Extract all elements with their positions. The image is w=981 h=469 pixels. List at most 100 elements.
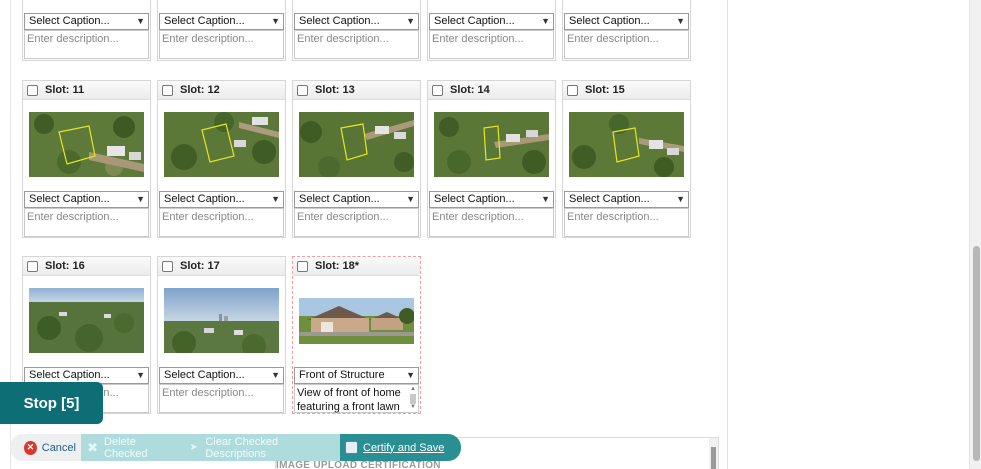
slot-photo[interactable] [299, 298, 414, 344]
slot-header: Slot: 18* [293, 257, 420, 276]
slot-photo[interactable] [29, 112, 144, 177]
chevron-down-icon: ▼ [676, 194, 685, 204]
slot-checkbox[interactable] [297, 84, 308, 96]
description-scrollbar[interactable]: ▲ ▼ [409, 386, 417, 411]
stop-button[interactable]: Stop [5] [0, 382, 103, 424]
chevron-down-icon: ▼ [406, 16, 415, 26]
description-input[interactable]: View of front of home featuring a front … [294, 384, 419, 413]
slot-checkbox[interactable] [162, 84, 173, 96]
slot-checkbox[interactable] [432, 84, 443, 96]
slot-card-11: Slot: 11 Select Caption... ▼ Enter descri… [22, 80, 151, 238]
slot-label: Slot: 11 [45, 84, 85, 96]
scroll-down-icon[interactable]: ▼ [409, 404, 417, 411]
slot-card-partial: Select Caption... ▼ Enter description... [562, 0, 691, 61]
caption-select[interactable]: Select Caption... ▼ [564, 13, 689, 30]
chevron-down-icon: ▼ [136, 194, 145, 204]
certification-heading: IMAGE UPLOAD CERTIFICATION [276, 460, 441, 469]
caption-select[interactable]: Select Caption... ▼ [429, 13, 554, 30]
slot-header: Slot: 16 [23, 257, 150, 276]
slot-label: Slot: 18* [315, 260, 360, 272]
caption-select[interactable]: Select Caption... ▼ [564, 191, 689, 208]
slot-photo[interactable] [29, 288, 144, 353]
caption-select[interactable]: Select Caption... ▼ [429, 191, 554, 208]
slot-card-15: Slot: 15 Select Caption... ▼ Enter descri… [562, 80, 691, 238]
slot-header: Slot: 14 [428, 81, 555, 100]
slot-photo[interactable] [569, 112, 684, 177]
description-input[interactable]: Enter description... [159, 384, 284, 413]
slot-card-18: Slot: 18* Front of Structure ▼ View of fr… [292, 256, 421, 414]
certify-save-button[interactable]: Certify and Save [340, 434, 461, 461]
caption-select[interactable]: Front of Structure ▼ [294, 367, 419, 384]
description-input[interactable]: Enter description... [429, 30, 554, 59]
photo-slots-area: Select Caption... ▼ Enter description... … [0, 0, 728, 469]
caption-select[interactable]: Select Caption... ▼ [159, 367, 284, 384]
description-input[interactable]: Enter description... [429, 208, 554, 237]
slot-checkbox[interactable] [27, 84, 38, 96]
slot-photo[interactable] [434, 112, 549, 177]
slot-photo[interactable] [164, 112, 279, 177]
scroll-thumb[interactable] [410, 394, 416, 404]
page-scrollbar[interactable] [969, 0, 981, 469]
panel-scrollbar[interactable] [709, 438, 718, 469]
clear-descriptions-label: Clear Checked Descriptions [205, 435, 279, 460]
chevron-down-icon: ▼ [271, 194, 280, 204]
slot-card-partial: Select Caption... ▼ Enter description... [292, 0, 421, 61]
slot-header: Slot: 15 [563, 81, 690, 100]
slot-card-13: Slot: 13 Select Caption... ▼ Enter descri… [292, 80, 421, 238]
cancel-button[interactable]: ✕ Cancel [10, 434, 81, 461]
description-input[interactable]: Enter description... [24, 208, 149, 237]
slot-card-17: Slot: 17 Select Caption... ▼ Enter descri… [157, 256, 286, 414]
chevron-down-icon: ▼ [406, 194, 415, 204]
action-toolbar: ✕ Cancel ✖ Delete Checked ➤ Clear Checke… [10, 434, 461, 461]
panel-scroll-thumb[interactable] [711, 447, 716, 469]
chevron-down-icon: ▼ [406, 370, 415, 380]
description-input[interactable]: Enter description... [159, 30, 284, 59]
description-input[interactable]: Enter description... [24, 30, 149, 59]
description-input[interactable]: Enter description... [294, 30, 419, 59]
slot-header: Slot: 12 [158, 81, 285, 100]
slot-checkbox[interactable] [297, 260, 308, 272]
slot-photo[interactable] [299, 112, 414, 177]
description-input[interactable]: Enter description... [159, 208, 284, 237]
chevron-down-icon: ▼ [541, 194, 550, 204]
clear-descriptions-button[interactable]: ➤ Clear Checked Descriptions [182, 434, 340, 461]
cancel-label: Cancel [41, 441, 76, 454]
slot-checkbox[interactable] [567, 84, 578, 96]
caption-select[interactable]: Select Caption... ▼ [24, 191, 149, 208]
caption-select[interactable]: Select Caption... ▼ [294, 191, 419, 208]
caption-select[interactable]: Select Caption... ▼ [159, 191, 284, 208]
description-input[interactable]: Enter description... [294, 208, 419, 237]
chevron-down-icon: ▼ [676, 16, 685, 26]
page-scroll-thumb[interactable] [973, 246, 980, 461]
slot-photo[interactable] [164, 288, 279, 353]
slot-header: Slot: 11 [23, 81, 150, 100]
slot-card-partial: Select Caption... ▼ Enter description... [157, 0, 286, 61]
description-input[interactable]: Enter description... [564, 30, 689, 59]
eraser-icon: ➤ [189, 442, 198, 453]
delete-checked-label: Delete Checked [104, 435, 148, 460]
slot-card-partial: Select Caption... ▼ Enter description... [22, 0, 151, 61]
chevron-down-icon: ▼ [271, 16, 280, 26]
slot-label: Slot: 13 [315, 84, 355, 96]
delete-checked-button[interactable]: ✖ Delete Checked [81, 434, 182, 461]
slot-label: Slot: 14 [450, 84, 490, 96]
chevron-down-icon: ▼ [271, 370, 280, 380]
chevron-down-icon: ▼ [136, 16, 145, 26]
scroll-up-icon[interactable]: ▲ [409, 386, 417, 393]
certify-save-label: Certify and Save [363, 441, 445, 454]
slot-checkbox[interactable] [162, 260, 173, 272]
chevron-down-icon: ▼ [136, 370, 145, 380]
slot-card-partial: Select Caption... ▼ Enter description... [427, 0, 556, 61]
slot-card-12: Slot: 12 Select Caption... ▼ Enter descri… [157, 80, 286, 238]
description-input[interactable]: Enter description... [564, 208, 689, 237]
slot-label: Slot: 17 [180, 260, 220, 272]
slot-label: Slot: 12 [180, 84, 220, 96]
caption-select[interactable]: Select Caption... ▼ [159, 13, 284, 30]
delete-x-icon: ✖ [87, 439, 98, 455]
slot-checkbox[interactable] [27, 260, 38, 272]
caption-select[interactable]: Select Caption... ▼ [294, 13, 419, 30]
slot-header: Slot: 17 [158, 257, 285, 276]
save-disk-icon [345, 441, 358, 454]
caption-select[interactable]: Select Caption... ▼ [24, 13, 149, 30]
slot-label: Slot: 15 [585, 84, 625, 96]
